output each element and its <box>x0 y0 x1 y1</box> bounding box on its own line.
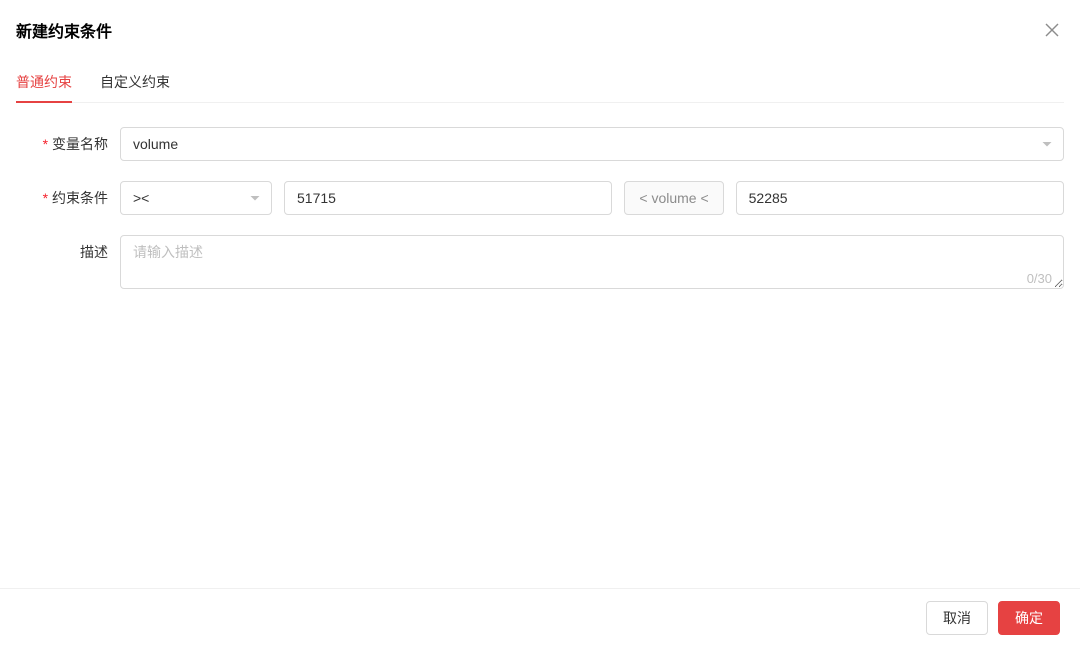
chevron-down-icon <box>1041 138 1053 150</box>
constraint-modal: 新建约束条件 普通约束 自定义约束 变量名称 volume <box>0 0 1080 647</box>
chevron-down-icon <box>249 192 261 204</box>
variable-select[interactable]: volume <box>120 127 1064 161</box>
cancel-button[interactable]: 取消 <box>926 601 988 635</box>
modal-footer: 取消 确定 <box>0 588 1080 647</box>
operator-select[interactable]: >< <box>120 181 272 215</box>
confirm-button[interactable]: 确定 <box>998 601 1060 635</box>
modal-title: 新建约束条件 <box>16 18 112 42</box>
between-label: < volume < <box>624 181 723 215</box>
upper-bound-input[interactable] <box>736 181 1064 215</box>
tab-custom-constraint[interactable]: 自定义约束 <box>100 62 170 102</box>
variable-label: 变量名称 <box>16 127 120 154</box>
constraint-label: 约束条件 <box>16 181 120 208</box>
lower-bound-input[interactable] <box>284 181 612 215</box>
tab-standard-constraint[interactable]: 普通约束 <box>16 62 72 102</box>
form-row-constraint: 约束条件 >< < volume < <box>16 181 1064 215</box>
tabs: 普通约束 自定义约束 <box>16 56 1064 103</box>
form-row-description: 描述 0/30 <box>16 235 1064 292</box>
form-row-variable: 变量名称 volume <box>16 127 1064 161</box>
description-label: 描述 <box>16 235 120 262</box>
variable-select-value: volume <box>133 136 178 152</box>
operator-select-value: >< <box>133 190 149 206</box>
modal-body: 普通约束 自定义约束 变量名称 volume 约束条件 >< <box>0 56 1080 588</box>
close-icon[interactable] <box>1044 22 1060 38</box>
modal-header: 新建约束条件 <box>0 0 1080 56</box>
description-textarea[interactable] <box>120 235 1064 289</box>
